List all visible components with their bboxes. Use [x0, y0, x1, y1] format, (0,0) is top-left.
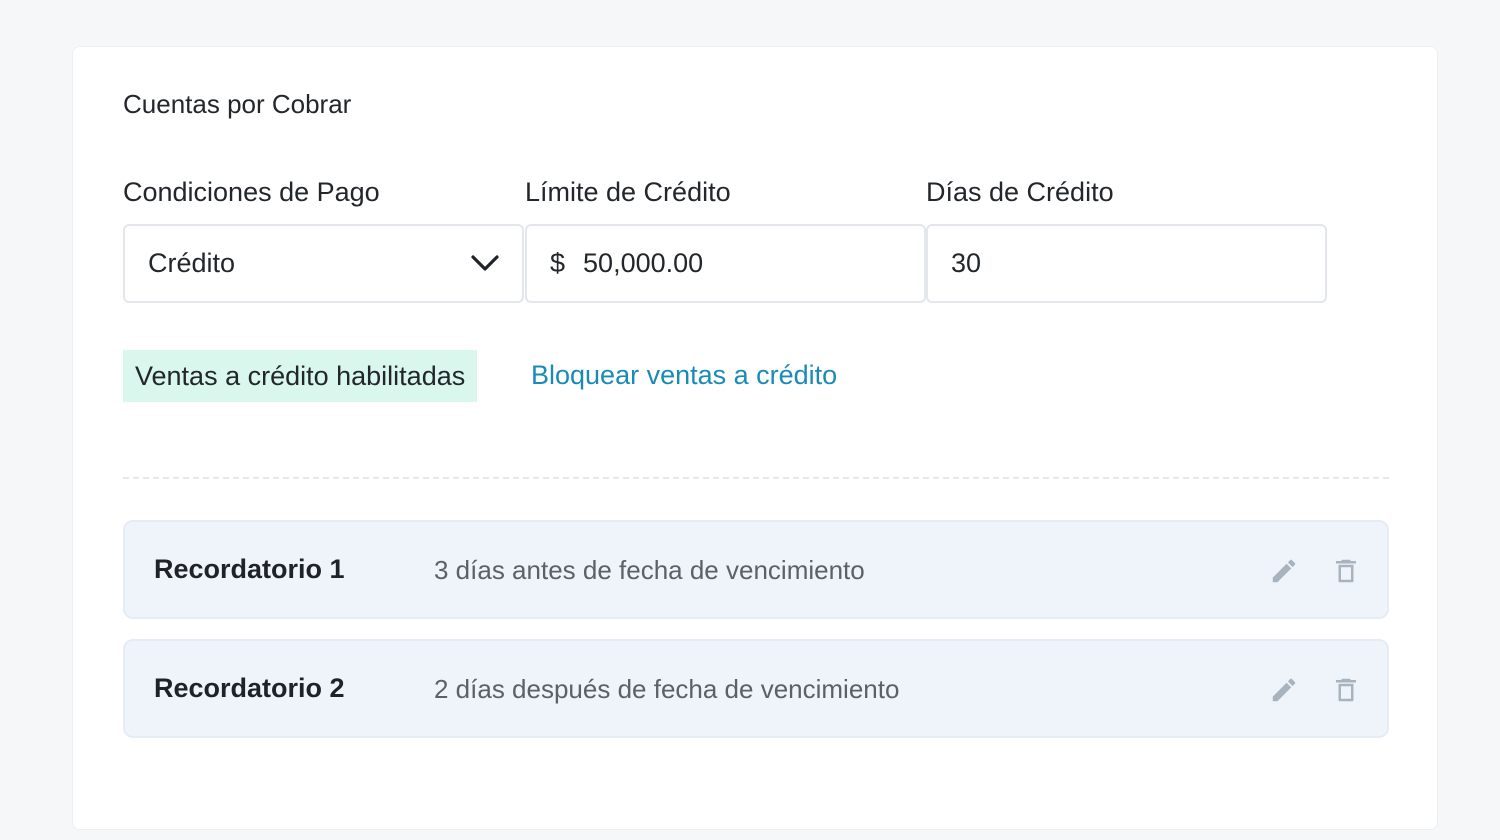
reminder-row: Recordatorio 2 2 días después de fecha d… — [123, 639, 1389, 738]
credit-limit-input[interactable]: $ 50,000.00 — [525, 224, 926, 303]
credit-status-badge: Ventas a crédito habilitadas — [123, 350, 478, 402]
credit-days-label: Días de Crédito — [926, 177, 1114, 207]
section-title: Cuentas por Cobrar — [123, 89, 352, 119]
payment-terms-value: Crédito — [148, 248, 236, 278]
pencil-icon[interactable] — [1269, 556, 1299, 586]
reminder-title: Recordatorio 1 — [154, 554, 345, 584]
reminder-description: 2 días después de fecha de vencimiento — [434, 674, 900, 704]
credit-limit-label: Límite de Crédito — [525, 177, 731, 207]
credit-limit-value: 50,000.00 — [583, 248, 704, 278]
divider — [123, 477, 1389, 479]
currency-symbol: $ — [550, 248, 566, 278]
chevron-down-icon — [471, 255, 499, 271]
payment-terms-select[interactable]: Crédito — [123, 224, 524, 303]
reminder-description: 3 días antes de fecha de vencimiento — [434, 555, 865, 585]
pencil-icon[interactable] — [1269, 675, 1299, 705]
credit-days-value: 30 — [951, 248, 982, 278]
trash-icon[interactable] — [1331, 556, 1361, 586]
reminder-row: Recordatorio 1 3 días antes de fecha de … — [123, 520, 1389, 619]
trash-icon[interactable] — [1331, 675, 1361, 705]
reminder-title: Recordatorio 2 — [154, 673, 345, 703]
accounts-receivable-card: Cuentas por Cobrar Condiciones de Pago C… — [72, 46, 1438, 830]
block-credit-sales-link[interactable]: Bloquear ventas a crédito — [531, 360, 837, 391]
payment-terms-label: Condiciones de Pago — [123, 177, 380, 207]
credit-days-input[interactable]: 30 — [926, 224, 1327, 303]
